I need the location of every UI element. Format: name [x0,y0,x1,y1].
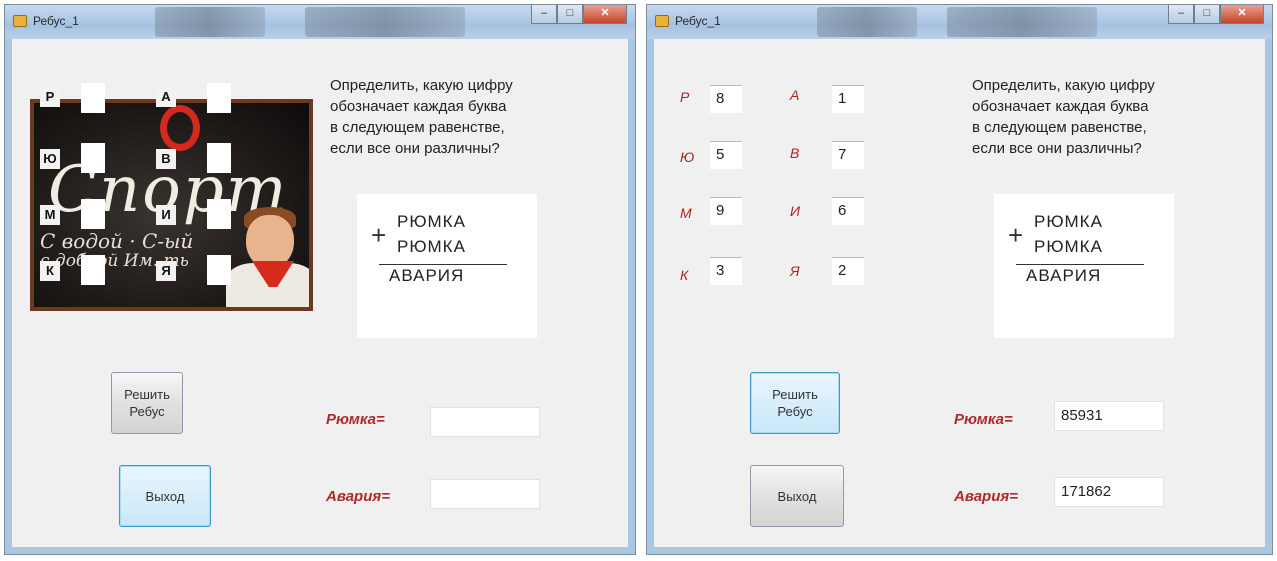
solve-rebus-button[interactable]: Решить Ребус [111,372,183,434]
maximize-icon[interactable]: □ [1194,5,1220,24]
task-line: обозначает каждая буква [330,98,507,115]
minimize-icon[interactable]: – [1168,5,1194,24]
poster-red-ring [160,105,200,151]
letter-input[interactable] [207,199,231,229]
form-client-area: Р 8 А 1 Ю 5 В 7 М 9 И 6 К 3 Я 2 Определи… [654,39,1265,547]
letter-value[interactable]: 2 [832,257,864,285]
exit-button[interactable]: Выход [119,465,211,527]
letter-label: К [40,261,60,281]
letter-label: М [40,205,60,225]
title-glass-reflection [817,7,917,37]
task-text: Определить, какую цифру обозначает кажда… [330,75,513,159]
avariya-field[interactable]: 171862 [1054,477,1164,507]
letter-value[interactable]: 8 [710,85,742,113]
rebus-image: РЮМКА + РЮМКА АВАРИЯ [357,194,537,338]
poster-line: С водой · С-ый [40,229,194,253]
rebus-result: АВАРИЯ [389,266,465,285]
form-client-area: Спорт С водой · С-ый с доброй Им..ть Р А… [12,39,628,547]
letter-input[interactable] [81,199,105,229]
letter-label: В [156,149,176,169]
avariya-label: Авария= [954,488,1018,505]
plus-icon: + [1008,220,1024,250]
avariya-field[interactable] [430,479,540,509]
close-icon[interactable]: ✕ [1220,5,1264,24]
letter-label: И [790,203,801,219]
letter-label: Я [156,261,176,281]
letter-value[interactable]: 9 [710,197,742,225]
letter-value[interactable]: 1 [832,85,864,113]
rebus-image: РЮМКА + РЮМКА АВАРИЯ [994,194,1174,338]
task-text: Определить, какую цифру обозначает кажда… [972,75,1155,159]
solve-rebus-button[interactable]: Решить Ребус [750,372,840,434]
rebus-word1: РЮМКА [1034,212,1103,231]
task-line: Определить, какую цифру [330,77,513,94]
task-line: обозначает каждая буква [972,98,1149,115]
title-glass-reflection [305,7,465,37]
letter-label: К [680,267,689,283]
minimize-icon[interactable]: – [531,5,557,24]
letter-label: А [156,87,176,107]
maximize-icon[interactable]: □ [557,5,583,24]
letter-value[interactable]: 3 [710,257,742,285]
letter-label: М [680,205,692,221]
ryumka-field[interactable]: 85931 [1054,401,1164,431]
sum-line [379,264,507,265]
app-icon [13,15,27,27]
letter-input[interactable] [81,143,105,173]
ryumka-field[interactable] [430,407,540,437]
rebus-window-right: Ребус_1 – □ ✕ Р 8 А 1 Ю 5 В 7 М 9 И 6 К … [646,4,1273,555]
sum-line [1016,264,1144,265]
rebus-window-left: Ребус_1 – □ ✕ Спорт С водой · С-ый с доб… [4,4,636,555]
task-line: Определить, какую цифру [972,77,1155,94]
poster-boy-face [246,215,294,269]
letter-label: Р [680,89,690,105]
title-bar[interactable]: Ребус_1 – □ ✕ [5,5,635,39]
letter-value[interactable]: 7 [832,141,864,169]
letter-label: Р [40,87,60,107]
letter-input[interactable] [207,143,231,173]
task-line: если все они различны? [972,140,1142,157]
letter-value[interactable]: 5 [710,141,742,169]
window-title: Ребус_1 [33,14,79,28]
ryumka-label: Рюмка= [954,411,1013,428]
letter-label: Я [790,263,800,279]
avariya-label: Авария= [326,488,390,505]
rebus-word1: РЮМКА [397,212,466,231]
letter-input[interactable] [81,83,105,113]
app-icon [655,15,669,27]
title-glass-reflection [155,7,265,37]
plus-icon: + [371,220,387,250]
exit-button[interactable]: Выход [750,465,844,527]
letter-label: А [790,87,800,103]
letter-input[interactable] [207,83,231,113]
title-bar[interactable]: Ребус_1 – □ ✕ [647,5,1272,39]
task-line: если все они различны? [330,140,500,157]
letter-input[interactable] [207,255,231,285]
rebus-word2: РЮМКА [397,237,466,256]
letter-label: Ю [680,149,695,165]
close-icon[interactable]: ✕ [583,5,627,24]
rebus-result: АВАРИЯ [1026,266,1102,285]
task-line: в следующем равенстве, [330,119,505,136]
title-glass-reflection [947,7,1097,37]
task-line: в следующем равенстве, [972,119,1147,136]
ryumka-label: Рюмка= [326,411,385,428]
letter-label: Ю [40,149,60,169]
letter-value[interactable]: 6 [832,197,864,225]
letter-input[interactable] [81,255,105,285]
rebus-word2: РЮМКА [1034,237,1103,256]
window-title: Ребус_1 [675,14,721,28]
letter-label: И [156,205,176,225]
letter-label: В [790,145,800,161]
